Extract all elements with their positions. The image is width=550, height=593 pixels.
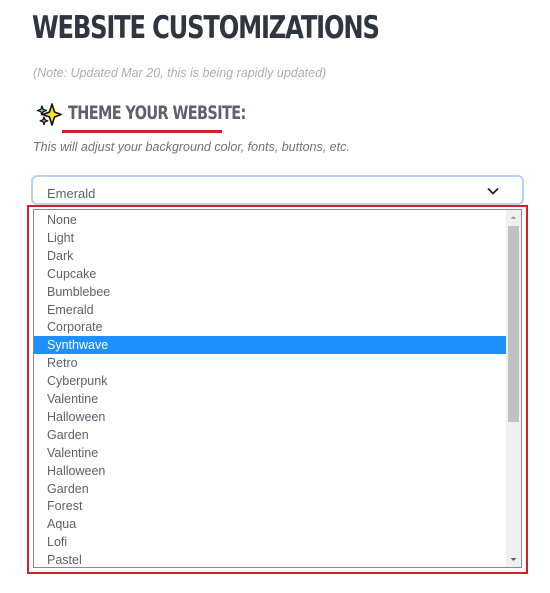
theme-option[interactable]: Forest [34,497,506,515]
theme-options-listbox[interactable]: None Light Dark Cupcake Bumblebee Emerald Corp… [33,209,522,568]
theme-option[interactable]: Cupcake [34,265,506,283]
theme-option[interactable]: Garden [34,426,506,444]
scroll-down-arrow-icon[interactable] [506,552,521,567]
theme-option[interactable]: Corporate [34,318,506,336]
theme-select-value: Emerald [47,186,96,201]
theme-option[interactable]: Synthwave [34,336,506,355]
theme-option[interactable]: Dark [34,247,506,265]
theme-heading: THEME YOUR WEBSITE: [68,102,246,124]
chevron-down-icon [487,187,499,195]
theme-option[interactable]: Bumblebee [34,283,506,301]
theme-select[interactable]: Emerald [31,175,524,205]
theme-option[interactable]: Garden [34,480,506,498]
theme-option[interactable]: Light [34,229,506,247]
theme-option[interactable]: Aqua [34,515,506,533]
sparkles-icon [36,103,62,126]
theme-option[interactable]: Halloween [34,408,506,426]
update-note: (Note: Updated Mar 20, this is being rap… [33,66,327,80]
theme-option[interactable]: Lofi [34,533,506,551]
theme-option[interactable]: Valentine [34,390,506,408]
page-title: WEBSITE CUSTOMIZATIONS [32,10,380,46]
theme-description: This will adjust your background color, … [33,140,350,154]
theme-option[interactable]: Halloween [34,462,506,480]
listbox-scrollbar[interactable] [506,210,521,567]
theme-option[interactable]: Pastel [34,551,506,567]
theme-option[interactable]: Emerald [34,301,506,319]
theme-option[interactable]: Valentine [34,444,506,462]
heading-underline [62,130,222,133]
theme-option[interactable]: Cyberpunk [34,372,506,390]
scroll-up-arrow-icon[interactable] [506,210,521,225]
theme-option[interactable]: Retro [34,354,506,372]
scrollbar-thumb[interactable] [508,226,519,423]
theme-option[interactable]: None [34,211,506,229]
